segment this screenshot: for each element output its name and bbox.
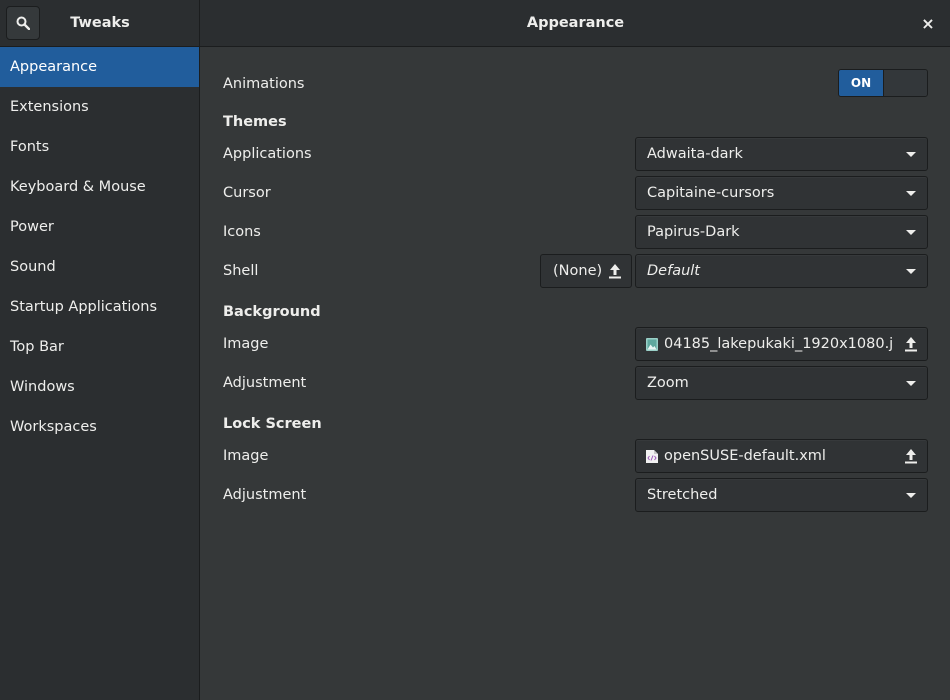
sidebar-item-power[interactable]: Power	[0, 207, 199, 247]
sidebar-item-appearance[interactable]: Appearance	[0, 47, 199, 87]
lock-screen-image-chooser[interactable]: openSUSE-default.xml	[635, 439, 928, 473]
sidebar-item-label: Workspaces	[10, 419, 97, 435]
background-adjustment-label: Adjustment	[223, 375, 307, 391]
cursor-theme-dropdown[interactable]: Capitaine-cursors	[635, 176, 928, 210]
appearance-panel: Animations ON Themes Applications Adwait…	[201, 47, 950, 700]
close-icon: ×	[921, 13, 935, 33]
app-title: Tweaks	[70, 15, 130, 31]
sidebar-item-windows[interactable]: Windows	[0, 367, 199, 407]
shell-file-value: (None)	[553, 263, 601, 279]
icons-theme-dropdown[interactable]: Papirus-Dark	[635, 215, 928, 249]
page-title: Appearance	[526, 15, 625, 31]
cursor-label: Cursor	[223, 185, 271, 201]
sidebar-item-label: Windows	[10, 379, 75, 395]
sidebar-item-label: Startup Applications	[10, 299, 157, 315]
search-icon	[16, 16, 30, 30]
lock-screen-image-filename: openSUSE-default.xml	[664, 448, 826, 464]
background-section-title: Background	[223, 304, 321, 320]
chevron-down-icon	[906, 191, 916, 196]
background-image-row: Image 04185_lakepukaki_1920x1080.jpg	[223, 327, 928, 361]
sidebar-item-extensions[interactable]: Extensions	[0, 87, 199, 127]
background-adjustment-row: Adjustment Zoom	[223, 366, 928, 400]
dropdown-value: Default	[647, 263, 700, 279]
lock-screen-image-row: Image openSUSE-default.xml	[223, 439, 928, 473]
background-adjustment-dropdown[interactable]: Zoom	[635, 366, 928, 400]
lock-screen-adjustment-dropdown[interactable]: Stretched	[635, 478, 928, 512]
tweaks-window: Tweaks Appearance × Appearance Extension…	[0, 0, 950, 700]
background-image-chooser[interactable]: 04185_lakepukaki_1920x1080.jpg	[635, 327, 928, 361]
chevron-down-icon	[906, 230, 916, 235]
lock-screen-adjustment-row: Adjustment Stretched	[223, 478, 928, 512]
dropdown-value: Stretched	[647, 487, 718, 503]
sidebar-item-workspaces[interactable]: Workspaces	[0, 407, 199, 447]
sidebar-item-label: Extensions	[10, 99, 89, 115]
icons-label: Icons	[223, 224, 261, 240]
shell-theme-dropdown[interactable]: Default	[635, 254, 928, 288]
shell-row: Shell (None) Default	[223, 254, 928, 288]
background-image-label: Image	[223, 336, 269, 352]
image-file-icon	[646, 338, 658, 351]
upload-icon	[905, 449, 917, 464]
sidebar-item-label: Power	[10, 219, 54, 235]
animations-row: Animations ON	[223, 67, 928, 101]
lock-screen-adjustment-label: Adjustment	[223, 487, 307, 503]
sidebar-item-label: Sound	[10, 259, 56, 275]
dropdown-value: Zoom	[647, 375, 689, 391]
sidebar-item-fonts[interactable]: Fonts	[0, 127, 199, 167]
chevron-down-icon	[906, 152, 916, 157]
chevron-down-icon	[906, 493, 916, 498]
dropdown-value: Papirus-Dark	[647, 224, 740, 240]
sidebar-item-top-bar[interactable]: Top Bar	[0, 327, 199, 367]
close-button[interactable]: ×	[918, 13, 938, 33]
chevron-down-icon	[906, 269, 916, 274]
shell-file-button[interactable]: (None)	[540, 254, 632, 288]
lock-screen-section-title: Lock Screen	[223, 416, 322, 432]
sidebar-header: Tweaks	[0, 0, 200, 46]
sidebar-item-label: Fonts	[10, 139, 50, 155]
upload-icon	[609, 264, 621, 279]
switch-knob	[883, 70, 927, 96]
applications-theme-dropdown[interactable]: Adwaita-dark	[635, 137, 928, 171]
cursor-row: Cursor Capitaine-cursors	[223, 176, 928, 210]
sidebar-item-startup-applications[interactable]: Startup Applications	[0, 287, 199, 327]
upload-icon	[905, 337, 917, 352]
xml-file-icon	[646, 450, 658, 463]
sidebar-item-sound[interactable]: Sound	[0, 247, 199, 287]
sidebar-item-label: Top Bar	[10, 339, 64, 355]
shell-label: Shell	[223, 263, 259, 279]
header-bar: Tweaks Appearance ×	[0, 0, 950, 47]
animations-label: Animations	[223, 76, 305, 92]
applications-label: Applications	[223, 146, 312, 162]
chevron-down-icon	[906, 381, 916, 386]
sidebar-item-label: Appearance	[10, 59, 98, 75]
applications-row: Applications Adwaita-dark	[223, 137, 928, 171]
background-image-filename: 04185_lakepukaki_1920x1080.jpg	[664, 336, 893, 352]
themes-section-title: Themes	[223, 114, 287, 130]
switch-on-label: ON	[839, 70, 883, 96]
lock-screen-image-label: Image	[223, 448, 269, 464]
sidebar: Appearance Extensions Fonts Keyboard & M…	[0, 47, 200, 700]
search-button[interactable]	[6, 6, 40, 40]
sidebar-item-label: Keyboard & Mouse	[10, 179, 146, 195]
dropdown-value: Capitaine-cursors	[647, 185, 775, 201]
animations-switch[interactable]: ON	[838, 69, 928, 97]
sidebar-item-keyboard-mouse[interactable]: Keyboard & Mouse	[0, 167, 199, 207]
dropdown-value: Adwaita-dark	[647, 146, 743, 162]
icons-row: Icons Papirus-Dark	[223, 215, 928, 249]
